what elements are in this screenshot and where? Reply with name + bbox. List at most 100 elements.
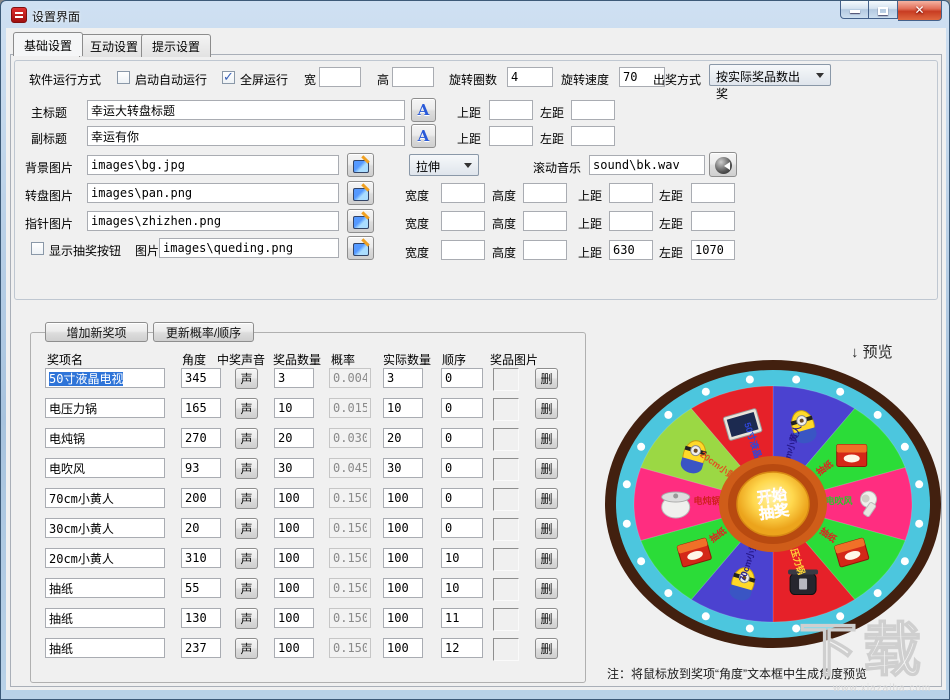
- music-input[interactable]: [589, 155, 705, 175]
- main-title-input[interactable]: [87, 100, 405, 120]
- update-probability-button[interactable]: 更新概率/顺序: [153, 322, 254, 342]
- bg-image-browse-button[interactable]: [347, 153, 374, 177]
- pointer-height-input[interactable]: [523, 211, 567, 231]
- prize-order-input[interactable]: [441, 638, 483, 658]
- draw-button-image-input[interactable]: [159, 238, 339, 258]
- prize-name-input[interactable]: 抽纸: [45, 578, 165, 598]
- prize-name-input[interactable]: 电炖锅: [45, 428, 165, 448]
- prize-actual-qty-input[interactable]: [383, 458, 423, 478]
- pointer-width-input[interactable]: [441, 211, 485, 231]
- prize-image-box[interactable]: [493, 368, 519, 391]
- prize-angle-input[interactable]: [181, 458, 221, 478]
- autorun-checkbox[interactable]: [117, 71, 130, 84]
- prize-angle-input[interactable]: [181, 548, 221, 568]
- prize-qty-input[interactable]: [274, 398, 314, 418]
- prize-order-input[interactable]: [441, 578, 483, 598]
- prize-image-box[interactable]: [493, 608, 519, 631]
- prize-order-input[interactable]: [441, 398, 483, 418]
- wheel-top-input[interactable]: [609, 183, 653, 203]
- show-draw-button-checkbox[interactable]: [31, 242, 44, 255]
- prize-name-input[interactable]: 抽纸: [45, 608, 165, 628]
- add-prize-button[interactable]: 增加新奖项: [45, 322, 148, 342]
- play-sound-button[interactable]: 声: [235, 578, 258, 599]
- delete-prize-button[interactable]: 删: [535, 548, 558, 569]
- prize-name-input[interactable]: 电压力锅: [45, 398, 165, 418]
- prize-qty-input[interactable]: [274, 578, 314, 598]
- main-title-left-input[interactable]: [571, 100, 615, 120]
- minimize-button[interactable]: [840, 1, 869, 19]
- bg-image-input[interactable]: [87, 155, 339, 175]
- tab-interaction-settings[interactable]: 互动设置: [79, 34, 149, 57]
- delete-prize-button[interactable]: 删: [535, 578, 558, 599]
- prize-actual-qty-input[interactable]: [383, 398, 423, 418]
- draw-button-left-input[interactable]: [691, 240, 735, 260]
- prize-angle-input[interactable]: [181, 488, 221, 508]
- sub-title-font-button[interactable]: A: [411, 124, 436, 148]
- delete-prize-button[interactable]: 删: [535, 428, 558, 449]
- delete-prize-button[interactable]: 删: [535, 458, 558, 479]
- prize-order-input[interactable]: [441, 548, 483, 568]
- tab-hint-settings[interactable]: 提示设置: [141, 34, 211, 57]
- prize-qty-input[interactable]: [274, 518, 314, 538]
- prize-name-input[interactable]: 电吹风: [45, 458, 165, 478]
- prize-actual-qty-input[interactable]: [383, 428, 423, 448]
- prize-qty-input[interactable]: [274, 638, 314, 658]
- laps-input[interactable]: [507, 67, 553, 87]
- delete-prize-button[interactable]: 删: [535, 518, 558, 539]
- prize-angle-input[interactable]: [181, 578, 221, 598]
- delete-prize-button[interactable]: 删: [535, 638, 558, 659]
- prize-mode-select[interactable]: 按实际奖品数出奖: [709, 64, 831, 86]
- music-play-button[interactable]: [709, 152, 737, 177]
- prize-angle-input[interactable]: [181, 608, 221, 628]
- prize-actual-qty-input[interactable]: [383, 488, 423, 508]
- play-sound-button[interactable]: 声: [235, 548, 258, 569]
- prize-name-input[interactable]: 50寸液晶电视: [45, 368, 165, 388]
- draw-button-top-input[interactable]: [609, 240, 653, 260]
- sub-title-left-input[interactable]: [571, 126, 615, 146]
- prize-name-input[interactable]: 30cm小黄人: [45, 518, 165, 538]
- prize-angle-input[interactable]: [181, 398, 221, 418]
- prize-image-box[interactable]: [493, 518, 519, 541]
- prize-qty-input[interactable]: [274, 428, 314, 448]
- prize-actual-qty-input[interactable]: [383, 638, 423, 658]
- delete-prize-button[interactable]: 删: [535, 398, 558, 419]
- title-bar[interactable]: 设置界面 ✕: [1, 1, 949, 28]
- prize-angle-input[interactable]: [181, 638, 221, 658]
- sub-title-top-input[interactable]: [489, 126, 533, 146]
- play-sound-button[interactable]: 声: [235, 428, 258, 449]
- width-input[interactable]: [319, 67, 361, 87]
- pointer-image-browse-button[interactable]: [347, 209, 374, 233]
- play-sound-button[interactable]: 声: [235, 518, 258, 539]
- prize-order-input[interactable]: [441, 458, 483, 478]
- draw-button-width-input[interactable]: [441, 240, 485, 260]
- prize-qty-input[interactable]: [274, 458, 314, 478]
- prize-actual-qty-input[interactable]: [383, 608, 423, 628]
- prize-qty-input[interactable]: [274, 368, 314, 388]
- pointer-top-input[interactable]: [609, 211, 653, 231]
- prize-image-box[interactable]: [493, 428, 519, 451]
- prize-order-input[interactable]: [441, 488, 483, 508]
- play-sound-button[interactable]: 声: [235, 458, 258, 479]
- prize-actual-qty-input[interactable]: [383, 518, 423, 538]
- prize-qty-input[interactable]: [274, 548, 314, 568]
- wheel-image-input[interactable]: [87, 183, 339, 203]
- prize-name-input[interactable]: 20cm小黄人: [45, 548, 165, 568]
- prize-order-input[interactable]: [441, 428, 483, 448]
- prize-actual-qty-input[interactable]: [383, 368, 423, 388]
- play-sound-button[interactable]: 声: [235, 368, 258, 389]
- prize-name-input[interactable]: 抽纸: [45, 638, 165, 658]
- prize-qty-input[interactable]: [274, 488, 314, 508]
- wheel-height-input[interactable]: [523, 183, 567, 203]
- prize-angle-input[interactable]: [181, 518, 221, 538]
- play-sound-button[interactable]: 声: [235, 638, 258, 659]
- wheel-left-input[interactable]: [691, 183, 735, 203]
- prize-image-box[interactable]: [493, 488, 519, 511]
- tab-basic-settings[interactable]: 基础设置: [13, 32, 83, 56]
- prize-angle-input[interactable]: [181, 428, 221, 448]
- prize-image-box[interactable]: [493, 458, 519, 481]
- prize-image-box[interactable]: [493, 638, 519, 661]
- prize-angle-input[interactable]: [181, 368, 221, 388]
- play-sound-button[interactable]: 声: [235, 488, 258, 509]
- prize-order-input[interactable]: [441, 608, 483, 628]
- draw-button-image-browse-button[interactable]: [347, 236, 374, 260]
